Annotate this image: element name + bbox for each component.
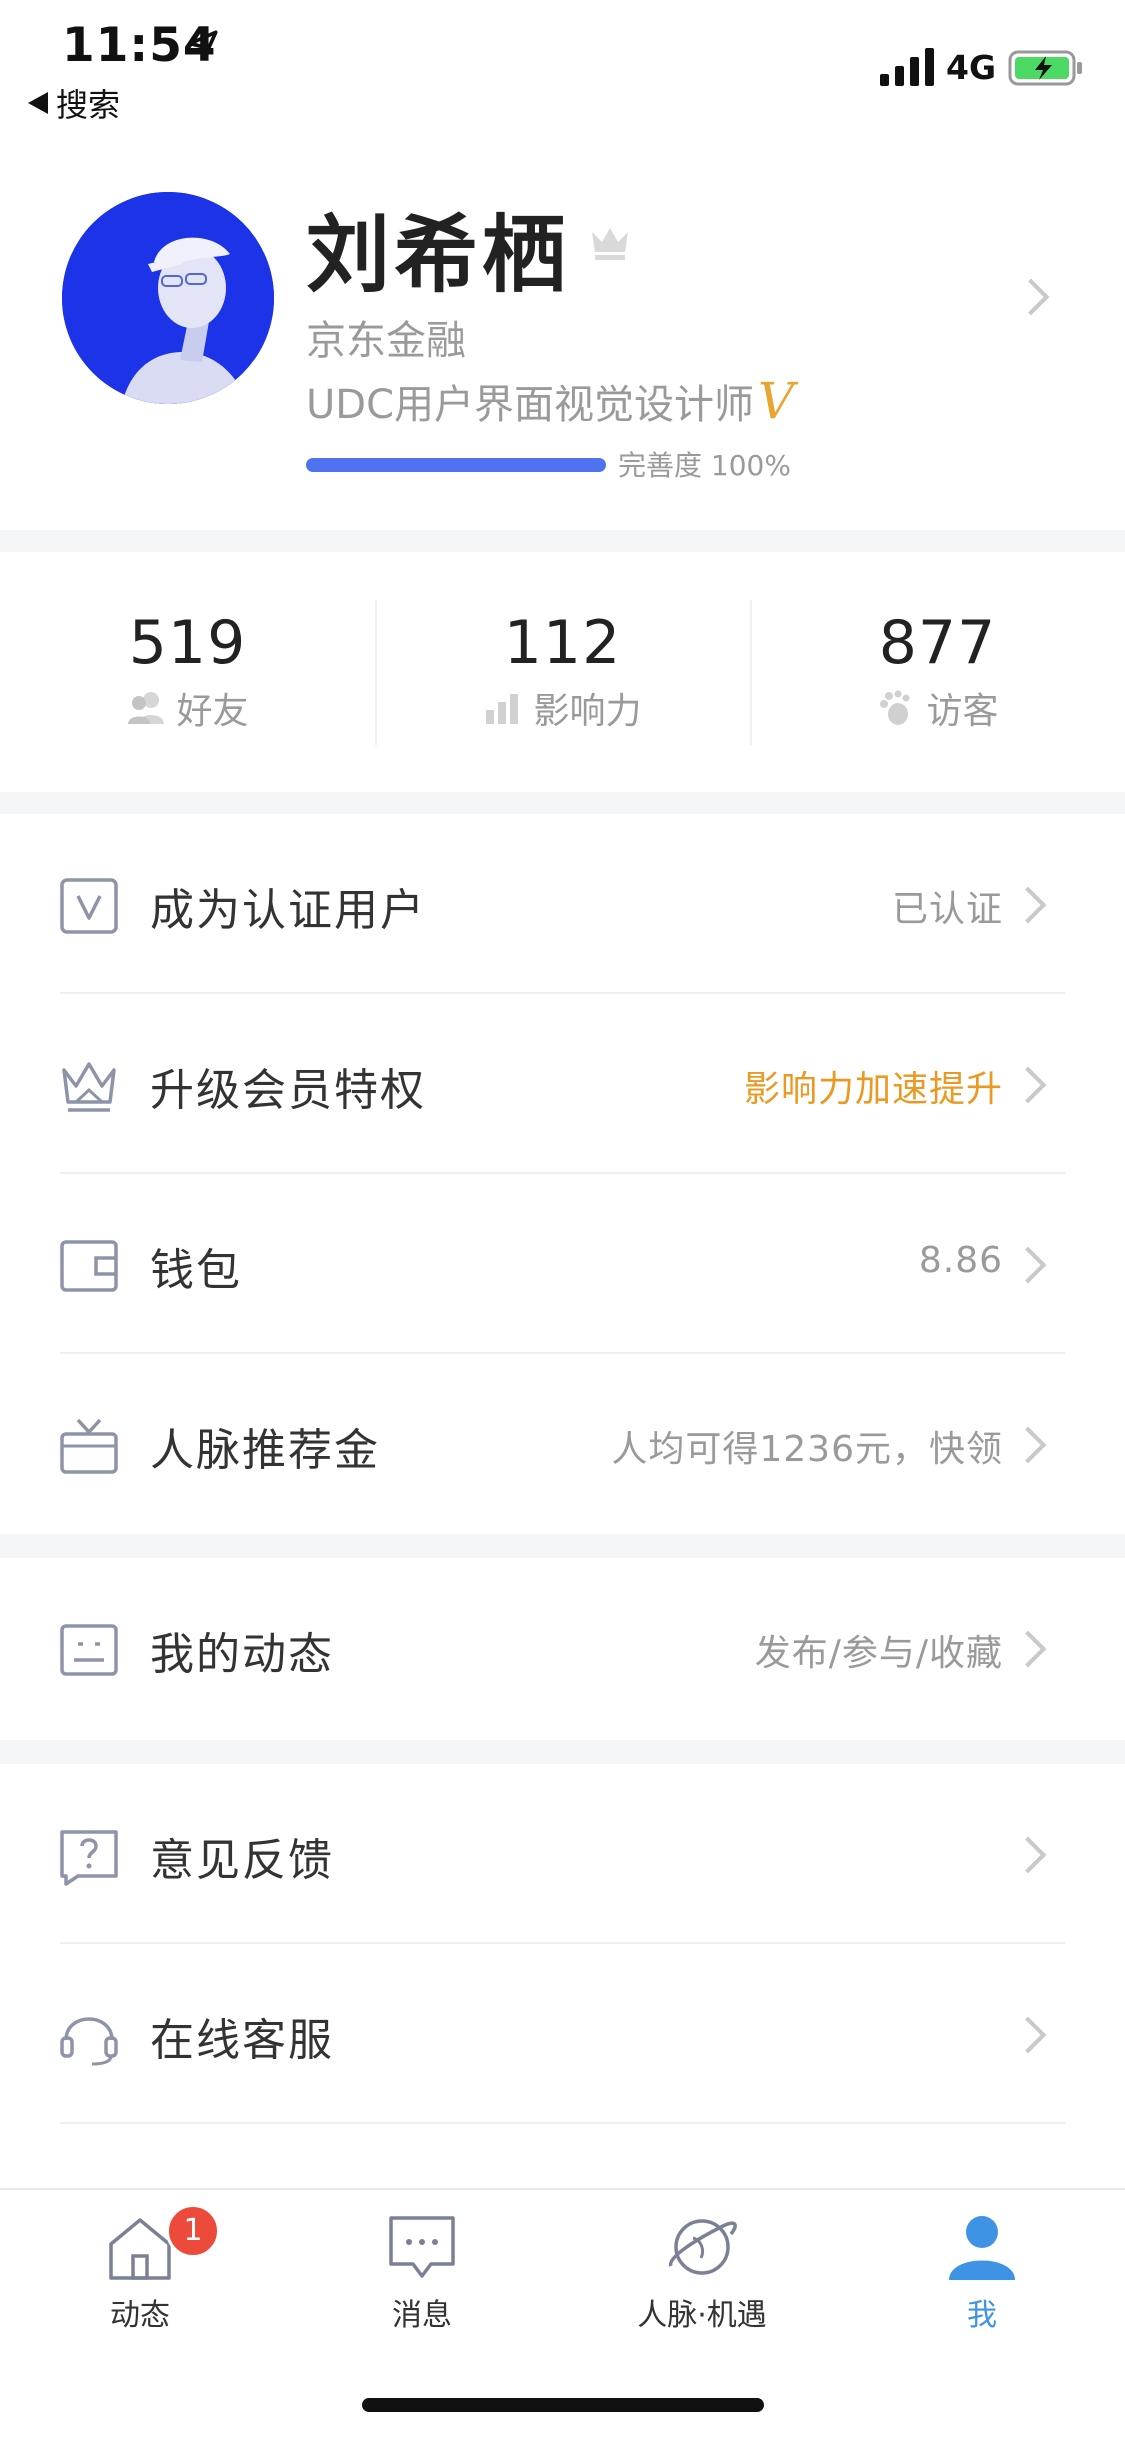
verified-v-badge: V [758, 372, 795, 430]
stat-influence[interactable]: 112 影响力 [375, 552, 750, 792]
profile-completeness-fill [306, 458, 606, 472]
back-to-search-button[interactable]: 搜索 [28, 80, 120, 126]
menu-item-my-feed[interactable]: 我的动态 发布/参与/收藏 [0, 1558, 1125, 1740]
chevron-right-icon [1009, 1066, 1047, 1104]
crown-icon [62, 1062, 116, 1112]
menu-item-verification[interactable]: 成为认证用户 已认证 [0, 814, 1125, 994]
section-divider [0, 530, 1125, 552]
menu-label: 意见反馈 [150, 1835, 334, 1886]
menu-item-referral-bonus[interactable]: 人脉推荐金 人均可得1236元，快领 [0, 1354, 1125, 1534]
menu-right-text: 已认证 [891, 889, 1003, 930]
headset-icon [60, 2017, 118, 2066]
profile-completeness-bar [306, 458, 606, 472]
gift-tv-icon [60, 1418, 118, 1474]
menu-right-text: 8.86 [918, 1240, 1003, 1281]
section-divider [0, 1534, 1125, 1558]
stat-label: 影响力 [533, 691, 642, 732]
menu-right-text: 人均可得1236元，快领 [611, 1429, 1003, 1470]
menu-label: 升级会员特权 [150, 1065, 426, 1116]
stats-bar: 519 好友 112 影响力 877 访客 [0, 552, 1125, 792]
stat-label: 好友 [176, 691, 249, 732]
stat-value: 519 [128, 608, 247, 678]
footprint-icon [880, 690, 910, 725]
tab-me[interactable]: 我 [892, 2210, 1072, 2334]
stat-value: 877 [878, 608, 997, 678]
location-arrow-icon [188, 30, 218, 60]
member-crown-icon [592, 228, 628, 260]
user-name: 刘希栖 [306, 206, 571, 304]
status-bar: 11:54 搜索 4G [0, 0, 1125, 140]
tab-label: 动态 [110, 2298, 170, 2333]
back-label: 搜索 [56, 86, 121, 124]
chevron-right-icon [1009, 1630, 1047, 1668]
influence-icon [486, 694, 519, 724]
tab-messages[interactable]: 消息 [332, 2210, 512, 2334]
notification-badge: 1 [166, 2204, 220, 2258]
menu-item-wallet[interactable]: 钱包 8.86 [0, 1174, 1125, 1354]
menu-item-feedback[interactable]: 意见反馈 [0, 1764, 1125, 1944]
stat-visitors[interactable]: 877 访客 [750, 552, 1125, 792]
battery-charging-icon [1008, 50, 1082, 86]
row-divider [60, 2122, 1065, 2124]
chevron-right-icon [1009, 1426, 1047, 1464]
menu-label: 我的动态 [150, 1629, 334, 1680]
feed-card-icon [60, 1624, 118, 1676]
menu-group-account: 成为认证用户 已认证 升级会员特权 影响力加速提升 钱包 8.86 人脉推荐金 [0, 814, 1125, 1534]
network-type: 4G [946, 48, 997, 87]
profile-completeness-label: 完善度 100% [618, 449, 791, 482]
menu-label: 在线客服 [150, 2015, 334, 2066]
tab-network-opportunities[interactable]: 人脉·机遇 [612, 2210, 792, 2334]
home-icon [109, 2218, 171, 2280]
section-divider [0, 792, 1125, 814]
job-title: UDC用户界面视觉设计师V [306, 372, 794, 430]
chevron-right-icon [1012, 278, 1050, 316]
home-indicator [362, 2398, 764, 2412]
signal-icon [880, 48, 934, 86]
back-triangle-icon [28, 92, 48, 114]
tab-label: 消息 [392, 2298, 452, 2333]
stat-value: 112 [503, 608, 622, 678]
company-name: 京东金融 [306, 318, 466, 364]
tab-label: 我 [967, 2298, 997, 2333]
chevron-right-icon [1009, 2016, 1047, 2054]
planet-icon [669, 2219, 737, 2275]
menu-label: 成为认证用户 [150, 885, 426, 936]
tab-label: 人脉·机遇 [637, 2298, 767, 2333]
wallet-icon [60, 1240, 118, 1292]
menu-item-customer-service[interactable]: 在线客服 [0, 1944, 1125, 2124]
menu-item-membership[interactable]: 升级会员特权 影响力加速提升 [0, 994, 1125, 1174]
menu-right-text: 影响力加速提升 [743, 1069, 1003, 1110]
menu-group-support: 意见反馈 在线客服 [0, 1764, 1125, 2124]
stat-friends[interactable]: 519 好友 [0, 552, 375, 792]
person-icon [949, 2216, 1015, 2280]
menu-right-text: 发布/参与/收藏 [754, 1633, 1003, 1674]
verified-v-icon [60, 878, 118, 934]
chevron-right-icon [1009, 886, 1047, 924]
menu-label: 人脉推荐金 [150, 1425, 380, 1476]
friends-icon [128, 692, 165, 724]
message-icon [389, 2216, 455, 2278]
section-divider [0, 1740, 1125, 1764]
avatar-portrait-image [62, 192, 274, 404]
chevron-right-icon [1009, 1836, 1047, 1874]
profile-header[interactable]: 刘希栖 京东金融 UDC用户界面视觉设计师V 完善度 100% [0, 140, 1125, 530]
menu-group-activity: 我的动态 发布/参与/收藏 [0, 1558, 1125, 1740]
menu-label: 钱包 [150, 1245, 242, 1296]
stat-label: 访客 [926, 691, 999, 732]
tab-feed[interactable]: 1 动态 [50, 2204, 230, 2334]
avatar[interactable] [62, 192, 274, 404]
chevron-right-icon [1009, 1246, 1047, 1284]
feedback-question-icon [60, 1830, 118, 1886]
job-title-text: UDC用户界面视觉设计师 [306, 382, 755, 428]
